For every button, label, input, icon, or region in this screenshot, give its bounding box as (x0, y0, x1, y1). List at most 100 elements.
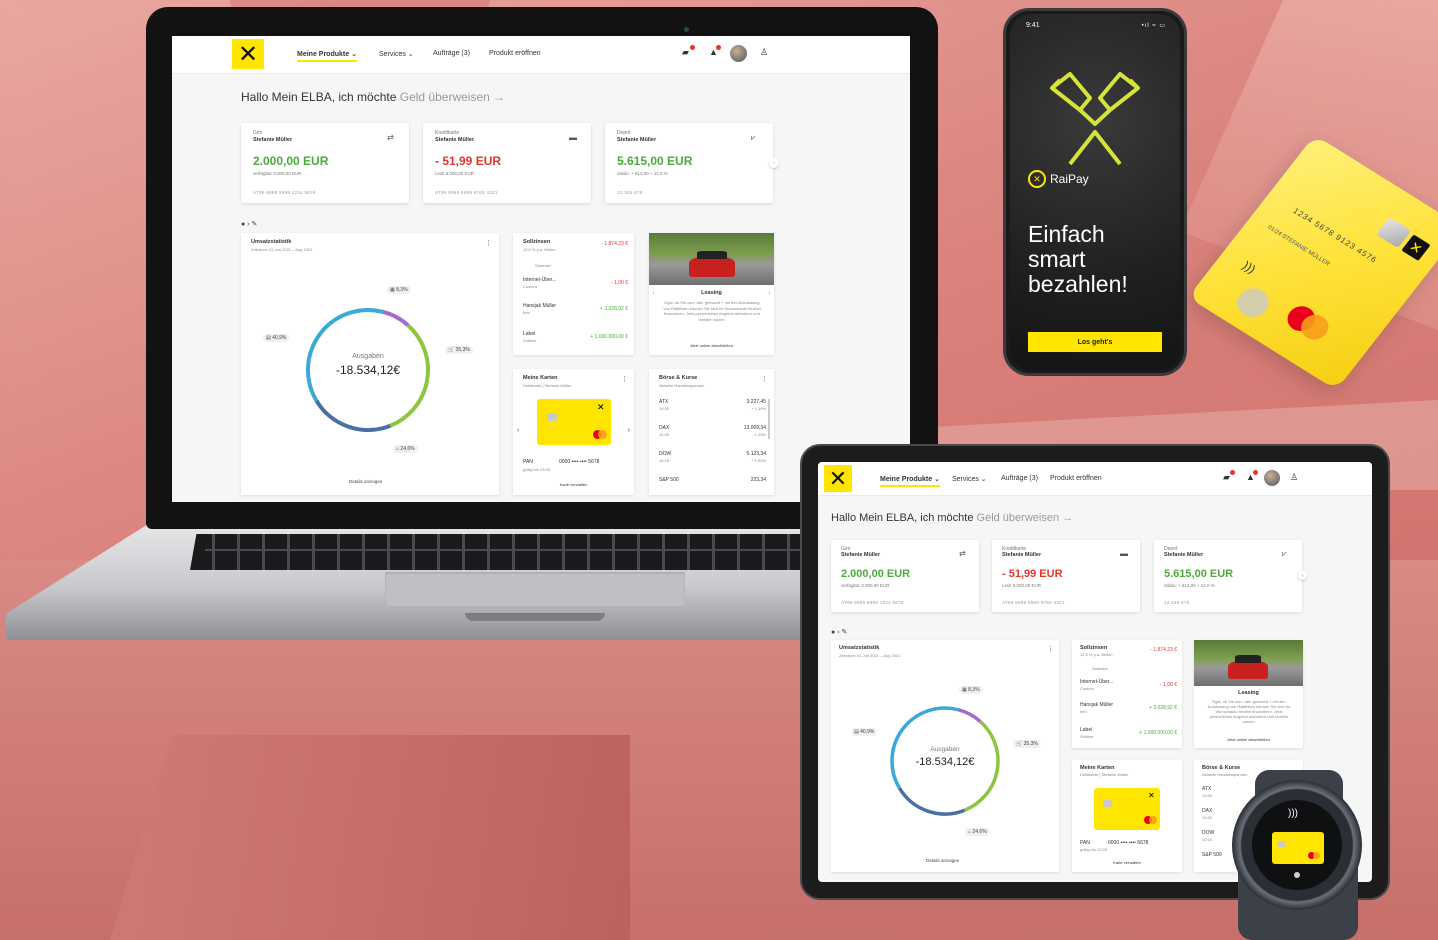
market-name[interactable]: DOW (659, 451, 671, 457)
tx-label[interactable]: Label (523, 331, 535, 337)
mailbox-icon[interactable]: ▰ (682, 47, 689, 58)
leasing-panel[interactable]: Leasing ‹ › Egal, ob Sie zum Jahr gemach… (649, 233, 774, 355)
leasing-text: Egal, ob Sie zum Jahr gemacht + mit den … (663, 300, 761, 322)
account-card-giro[interactable]: Giro Stefanie Müller ⇄ 2.000,00 EUR verf… (241, 123, 409, 203)
market-name[interactable]: DOW (1202, 830, 1214, 836)
top-navigation: ✕ Meine Produkte ⌄ Services ⌄ Aufträge (… (818, 462, 1372, 496)
pan-label: PAN (1080, 840, 1090, 846)
tx-sub: Subline (1080, 734, 1094, 739)
nav-auftraege[interactable]: Aufträge (3) (1001, 475, 1038, 482)
cards-link[interactable]: Karte verwalten (1072, 860, 1182, 865)
slice-label-4: ▤ 40,9% (851, 728, 878, 736)
leasing-panel[interactable]: Leasing Egal, ob Sie zum Jahr gemacht + … (1194, 640, 1303, 748)
arrow-right-icon[interactable]: → (1062, 512, 1073, 524)
scrollbar[interactable] (768, 399, 770, 439)
account-limit: Limit 5.000,00 EUR (435, 171, 475, 176)
account-owner: Stefanie Müller (253, 137, 293, 143)
raiffeisen-logo-icon[interactable]: ✕ (232, 39, 264, 69)
account-iban: AT99 9999 9999 1234 5678 (253, 190, 316, 195)
los-gehts-button[interactable]: Los geht's (1028, 332, 1162, 352)
donut-center-label: Ausgaben (352, 353, 384, 360)
chevron-left-icon[interactable]: ‹ (653, 290, 655, 295)
debit-card-image[interactable]: ✕ (537, 399, 611, 445)
tx-title: Sollzinsen (1080, 645, 1108, 651)
widget-edit-icon[interactable]: ● › ✎ (241, 220, 257, 228)
transfer-icon[interactable]: ⇄ (387, 133, 394, 142)
account-owner: Stefanie Müller (841, 552, 881, 558)
market-name[interactable]: S&P 500 (1202, 852, 1222, 858)
laptop-trackpad (385, 572, 685, 606)
more-icon[interactable]: ⋮ (761, 375, 768, 383)
transfer-icon[interactable]: ⇄ (959, 549, 966, 558)
arrow-right-icon[interactable]: → (493, 90, 505, 104)
market-name[interactable]: S&P 500 (659, 477, 679, 483)
chevron-left-icon[interactable]: ‹ (517, 427, 519, 434)
more-icon[interactable]: ⋮ (621, 375, 628, 383)
stats-panel: Umsatzstatistik Zeitraum: 01.Jun 2021 – … (241, 233, 499, 495)
greeting-action[interactable]: Geld überweisen (400, 90, 490, 104)
nav-auftraege[interactable]: Aufträge (3) (433, 50, 470, 57)
nav-meine-produkte[interactable]: Meine Produkte ⌄ (880, 475, 940, 487)
tx-label[interactable]: Hansjak Müller (1080, 702, 1113, 708)
market-name[interactable]: DAX (659, 425, 669, 431)
chevron-right-icon[interactable]: › (769, 290, 771, 295)
market-name[interactable]: DAX (1202, 808, 1212, 814)
account-card-giro[interactable]: Giro Stefanie Müller ⇄ 2.000,00 EUR verf… (831, 540, 979, 612)
car-image (649, 233, 774, 285)
nav-produkt-eroeffnen[interactable]: Produkt eröffnen (1050, 475, 1102, 482)
chart-icon[interactable]: ⩗ (751, 133, 756, 143)
donut-slice-1[interactable] (382, 309, 410, 327)
donut-slice-1[interactable] (957, 707, 982, 723)
avatar[interactable] (730, 45, 747, 62)
account-card-credit[interactable]: Kreditkarte Stefanie Müller ▬ - 51,99 EU… (992, 540, 1140, 612)
nav-services[interactable]: Services ⌄ (379, 50, 414, 58)
greeting-action[interactable]: Geld überweisen (977, 512, 1060, 524)
nav-label: Services (379, 51, 406, 58)
details-link[interactable]: Details anzeigen (349, 479, 382, 484)
tx-tag: Sammler (1092, 666, 1109, 671)
nav-meine-produkte[interactable]: Meine Produkte ⌄ (297, 50, 357, 62)
account-balance: - 51,99 EUR (1002, 568, 1063, 580)
tx-label[interactable]: Internet-Über... (523, 277, 556, 283)
leasing-link[interactable]: Jetzt online abschließen (649, 343, 774, 348)
contactless-icon: ))) (1239, 258, 1259, 277)
more-icon[interactable]: ⋮ (1047, 645, 1054, 653)
credit-card-icon[interactable]: ▬ (569, 133, 577, 142)
user-settings-icon[interactable]: ♙ (760, 47, 768, 58)
market-name[interactable]: ATX (659, 399, 668, 405)
account-card-credit[interactable]: Kreditkarte Stefanie Müller ▬ - 51,99 EU… (423, 123, 591, 203)
card-logo-icon: ✕ (1148, 791, 1155, 800)
account-card-depot[interactable]: Depot Stefanie Müller ⩗ 5.615,00 EUR Sal… (605, 123, 773, 203)
phone-status-icons: •ıl ≈ ▭ (1141, 23, 1166, 29)
nav-services[interactable]: Services ⌄ (952, 475, 987, 483)
credit-card-icon[interactable]: ▬ (1120, 549, 1128, 558)
card-chip (1103, 800, 1112, 807)
details-link[interactable]: Details anzeigen (926, 858, 959, 863)
cards-link[interactable]: Karte verwalten (513, 482, 634, 487)
tx-label[interactable]: Internet-Über... (1080, 679, 1113, 685)
tx-label[interactable]: Label (1080, 727, 1092, 733)
chevron-right-icon[interactable]: › (1298, 571, 1307, 580)
user-settings-icon[interactable]: ♙ (1290, 472, 1298, 483)
avatar[interactable] (1264, 470, 1280, 486)
account-change: Saldo: + 613,00 + 12,0 % (1164, 583, 1215, 588)
donut-slice-3[interactable] (897, 787, 966, 816)
chevron-right-icon[interactable]: › (769, 158, 779, 168)
market-name[interactable]: ATX (1202, 786, 1211, 792)
tx-subtitle: 12,5 % p.a. Bellen (1080, 652, 1113, 657)
account-owner: Stefanie Müller (435, 137, 475, 143)
chevron-right-icon[interactable]: › (628, 427, 630, 434)
more-icon[interactable]: ⋮ (485, 239, 492, 247)
nav-produkt-eroeffnen[interactable]: Produkt eröffnen (489, 50, 541, 57)
account-card-depot[interactable]: Depot Stefanie Müller ⩗ 5.615,00 EUR Sal… (1154, 540, 1302, 612)
leasing-link[interactable]: Jetzt online abschließen (1194, 737, 1303, 742)
nav-label: Services (952, 476, 979, 483)
widget-edit-icon[interactable]: ● › ✎ (831, 628, 847, 636)
debit-card-image[interactable]: ✕ (1094, 788, 1160, 830)
donut-slice-3[interactable] (314, 399, 392, 432)
account-owner: Stefanie Müller (1164, 552, 1204, 558)
mailbox-icon[interactable]: ▰ (1223, 472, 1230, 483)
chart-icon[interactable]: ⩗ (1282, 549, 1287, 559)
tx-label[interactable]: Hansjak Müller (523, 303, 556, 309)
raiffeisen-logo-icon[interactable]: ✕ (824, 465, 852, 492)
